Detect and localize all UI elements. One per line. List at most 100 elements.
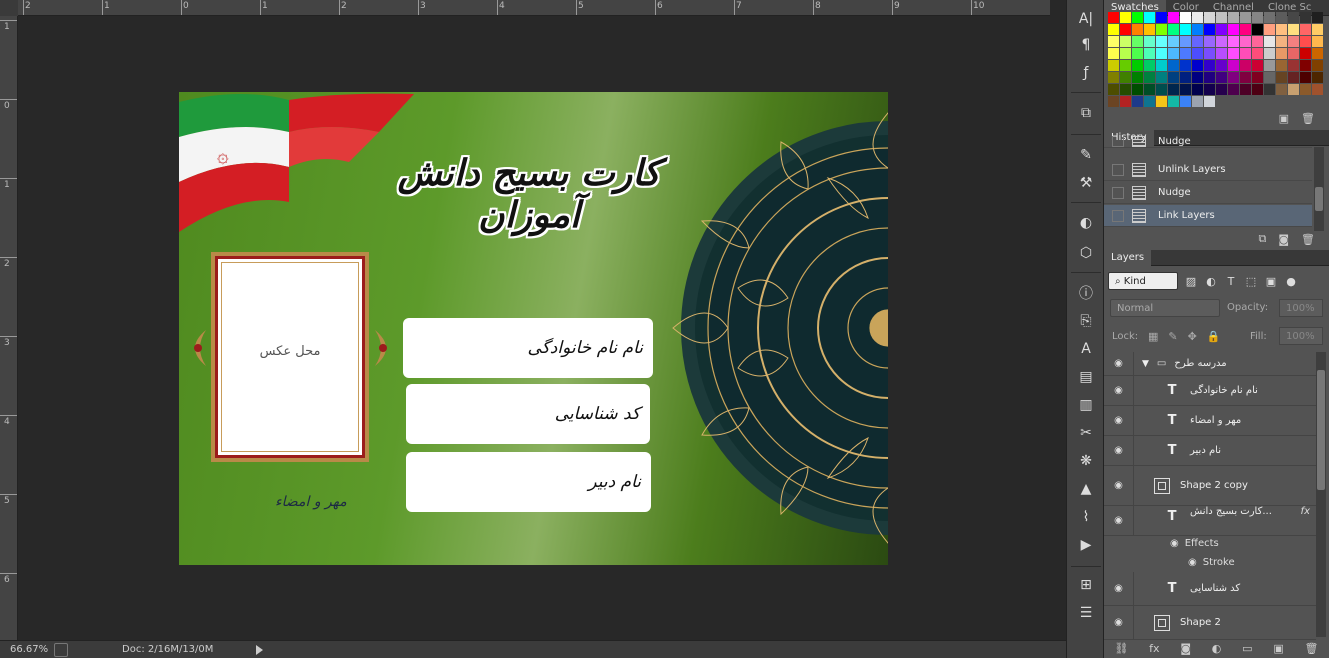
- swatch[interactable]: [1264, 60, 1275, 71]
- swatch[interactable]: [1216, 36, 1227, 47]
- visibility-eye-icon[interactable]: ◉: [1104, 572, 1134, 605]
- swatch[interactable]: [1276, 72, 1287, 83]
- text-layer-row[interactable]: ◉ T مهر و امضاء: [1104, 406, 1316, 436]
- swatch[interactable]: [1120, 72, 1131, 83]
- styles-icon[interactable]: ƒ: [1074, 62, 1098, 84]
- swatch[interactable]: [1180, 60, 1191, 71]
- swatch[interactable]: [1168, 12, 1179, 23]
- swatch[interactable]: [1192, 36, 1203, 47]
- tab-layers[interactable]: Layers: [1104, 250, 1152, 266]
- layer-name[interactable]: نام نام خانوادگی: [1190, 385, 1258, 396]
- text-layer-row[interactable]: ◉ T کارت بسیج دانش... fx: [1104, 506, 1316, 536]
- swatch[interactable]: [1216, 60, 1227, 71]
- swatch[interactable]: [1192, 24, 1203, 35]
- swatch[interactable]: [1108, 12, 1119, 23]
- swatch[interactable]: [1252, 84, 1263, 95]
- text-layer-row[interactable]: ◉ T کد شناسایی: [1104, 572, 1316, 606]
- swatch[interactable]: [1240, 72, 1251, 83]
- actions-play-icon[interactable]: ▶: [1074, 534, 1098, 556]
- add-layer-style-icon[interactable]: fx: [1149, 642, 1159, 655]
- swatch[interactable]: [1216, 24, 1227, 35]
- swatch[interactable]: [1144, 60, 1155, 71]
- signature-label[interactable]: مهر و امضاء: [275, 494, 347, 510]
- shape-layer-row[interactable]: ◉ Shape 2: [1104, 606, 1316, 640]
- photo-placeholder-label[interactable]: محل عکس: [215, 344, 365, 359]
- swatch[interactable]: [1288, 72, 1299, 83]
- measurement-icon[interactable]: ☰: [1074, 602, 1098, 624]
- adjustments-icon[interactable]: ⚒: [1074, 172, 1098, 194]
- new-group-icon[interactable]: ▭: [1242, 642, 1252, 655]
- history-state[interactable]: Nudge: [1104, 182, 1312, 204]
- filter-toggle-icon[interactable]: ●: [1284, 274, 1298, 288]
- filter-type-icon[interactable]: T: [1224, 274, 1238, 288]
- swatch[interactable]: [1276, 36, 1287, 47]
- history-state[interactable]: Nudge: [1104, 136, 1312, 148]
- layer-name[interactable]: نام دبیر: [1190, 445, 1221, 456]
- swatch[interactable]: [1276, 48, 1287, 59]
- notes-icon[interactable]: ▤: [1074, 366, 1098, 388]
- swatch[interactable]: [1180, 84, 1191, 95]
- swatch[interactable]: [1168, 48, 1179, 59]
- effects-row[interactable]: ◉ Effects: [1104, 534, 1316, 553]
- swatch[interactable]: [1288, 24, 1299, 35]
- swatch[interactable]: [1168, 96, 1179, 107]
- swatch[interactable]: [1240, 48, 1251, 59]
- swatch[interactable]: [1120, 84, 1131, 95]
- swatch[interactable]: [1108, 60, 1119, 71]
- opacity-input[interactable]: 100%: [1279, 299, 1323, 317]
- photo-frame[interactable]: محل عکس: [211, 252, 369, 462]
- swatch[interactable]: [1192, 60, 1203, 71]
- swatch[interactable]: [1204, 48, 1215, 59]
- effects-eye-icon[interactable]: ◉: [1170, 538, 1179, 549]
- layer-name[interactable]: مهر و امضاء: [1190, 415, 1241, 426]
- swatch[interactable]: [1252, 36, 1263, 47]
- visibility-eye-icon[interactable]: ◉: [1104, 606, 1134, 639]
- swatch[interactable]: [1300, 36, 1311, 47]
- swatch[interactable]: [1288, 60, 1299, 71]
- stroke-eye-icon[interactable]: ◉: [1188, 557, 1197, 568]
- visibility-eye-icon[interactable]: ◉: [1104, 352, 1134, 375]
- swatch[interactable]: [1156, 60, 1167, 71]
- swatch[interactable]: [1156, 24, 1167, 35]
- swatch[interactable]: [1312, 24, 1323, 35]
- fill-input[interactable]: 100%: [1279, 327, 1323, 345]
- export-icon[interactable]: [54, 642, 68, 657]
- swatch[interactable]: [1312, 12, 1323, 23]
- swatch[interactable]: [1156, 96, 1167, 107]
- swatch[interactable]: [1228, 60, 1239, 71]
- swatch[interactable]: [1204, 12, 1215, 23]
- history-scrollbar[interactable]: [1314, 147, 1324, 231]
- new-document-from-state-icon[interactable]: ⧉: [1258, 232, 1266, 246]
- swatch[interactable]: [1312, 60, 1323, 71]
- group-expand-triangle-icon[interactable]: ▼: [1142, 359, 1149, 369]
- swatch[interactable]: [1204, 96, 1215, 107]
- layers-scrollbar[interactable]: [1316, 352, 1326, 637]
- card-title[interactable]: کارت بسیج دانش آموزان: [349, 152, 709, 236]
- swatch[interactable]: [1276, 84, 1287, 95]
- swatch[interactable]: [1156, 84, 1167, 95]
- 3d-icon[interactable]: ⬡: [1074, 242, 1098, 264]
- swatch[interactable]: [1168, 60, 1179, 71]
- swatch[interactable]: [1300, 84, 1311, 95]
- history-state[interactable]: Link Layers: [1104, 205, 1312, 227]
- swatch[interactable]: [1180, 96, 1191, 107]
- swatch[interactable]: [1132, 24, 1143, 35]
- swatch[interactable]: [1168, 36, 1179, 47]
- swatch[interactable]: [1264, 36, 1275, 47]
- filter-smart-object-icon[interactable]: ▣: [1264, 274, 1278, 288]
- snapshot-camera-icon[interactable]: ◙: [1278, 233, 1289, 246]
- new-swatch-icon[interactable]: ▣: [1279, 112, 1289, 125]
- swatch[interactable]: [1228, 36, 1239, 47]
- swatch[interactable]: [1192, 12, 1203, 23]
- swatch[interactable]: [1192, 84, 1203, 95]
- layer-name[interactable]: کد شناسایی: [1190, 583, 1240, 594]
- swatch[interactable]: [1204, 60, 1215, 71]
- swatch[interactable]: [1228, 72, 1239, 83]
- swatch[interactable]: [1288, 36, 1299, 47]
- swatch[interactable]: [1156, 72, 1167, 83]
- swatch[interactable]: [1204, 24, 1215, 35]
- swatch[interactable]: [1132, 72, 1143, 83]
- stroke-effect-row[interactable]: ◉ Stroke: [1104, 553, 1316, 572]
- swatch[interactable]: [1228, 12, 1239, 23]
- swatch[interactable]: [1264, 84, 1275, 95]
